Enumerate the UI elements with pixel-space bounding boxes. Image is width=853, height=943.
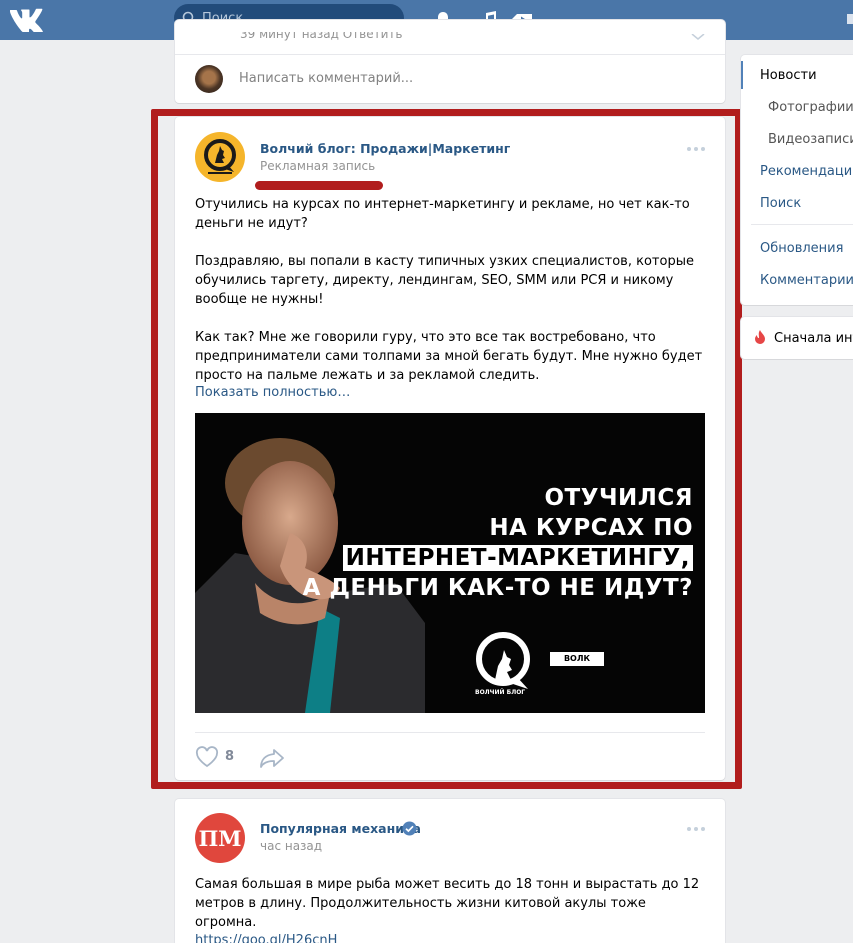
menu-item-photos[interactable]: Фотографии [768,100,853,115]
divider [195,732,705,733]
share-arrow-icon[interactable] [259,747,285,769]
post-text: Самая большая в мире рыба может весить д… [195,877,700,930]
post-image[interactable]: ОТУЧИЛСЯ НА КУРСАХ ПО ИНТЕРНЕТ-МАРКЕТИНГ… [195,413,705,713]
menu-item-news[interactable]: Новости [760,68,817,83]
post-author-name[interactable]: Волчий блог: Продажи|Маркетинг [260,141,510,156]
post-link[interactable]: https://goo.gl/H26cnH [195,933,337,943]
sort-toggle[interactable]: Сначала интересные [741,317,853,359]
ad-label: Рекламная запись [260,159,376,173]
verified-icon [402,821,417,836]
news-filter-menu: Новости Фотографии Видеозаписи Рекоменда… [741,55,853,305]
menu-item-comments[interactable]: Комментарии [760,273,853,288]
next-post-card: ПМ Популярная механика час назад Самая б… [175,799,725,943]
ad-post-card: Волчий блог: Продажи|Маркетинг Рекламная… [175,117,725,780]
wolf-logo-icon [476,632,530,689]
previous-post-card: 39 минут назад Ответить Написать коммент… [175,20,725,103]
like-heart-icon[interactable] [195,746,219,768]
show-more-link[interactable]: Показать полностью… [195,385,350,400]
image-headline: А ДЕНЬГИ КАК-ТО НЕ ИДУТ? [302,575,693,601]
more-options-icon[interactable] [687,827,705,831]
more-options-icon[interactable] [687,147,705,151]
divider [175,54,725,55]
post-paragraph: Поздравляю, вы попали в касту типичных у… [195,254,694,307]
highlight-underline [255,181,383,190]
popular-mechanics-avatar[interactable]: ПМ [195,813,245,863]
like-count: 8 [225,749,235,764]
menu-item-search[interactable]: Поиск [760,196,801,211]
post-paragraph: Как так? Мне же говорили гуру, что это в… [195,330,703,383]
header-edge-element [847,14,853,24]
menu-item-updates[interactable]: Обновления [760,241,843,256]
post-author-name[interactable]: Популярная механика [260,821,421,836]
image-headline: ИНТЕРНЕТ-МАРКЕТИНГУ, [342,545,693,571]
image-tag: ВОЛК [550,652,604,666]
my-avatar[interactable] [195,65,223,93]
active-indicator [741,61,743,89]
image-headline: ОТУЧИЛСЯ [544,485,693,511]
image-logo-text: ВОЛЧИЙ БЛОГ [475,689,526,696]
vk-logo-icon[interactable] [8,6,44,32]
menu-item-videos[interactable]: Видеозаписи [768,132,853,147]
post-paragraph: Отучились на курсах по интернет-маркетин… [195,197,690,231]
post-text: Отучились на курсах по интернет-маркетин… [195,195,705,385]
wolf-blog-avatar[interactable] [195,132,245,182]
sort-label: Сначала интересные [774,331,853,346]
divider [751,224,853,225]
fire-icon [755,330,765,344]
previous-post-meta: 39 минут назад Ответить [240,32,403,41]
comment-input[interactable]: Написать комментарий... [239,71,413,86]
previous-post-more-icon[interactable] [691,34,705,40]
image-headline: НА КУРСАХ ПО [489,515,693,541]
post-time[interactable]: час назад [260,839,322,853]
menu-item-recommendations[interactable]: Рекомендации [760,164,853,179]
